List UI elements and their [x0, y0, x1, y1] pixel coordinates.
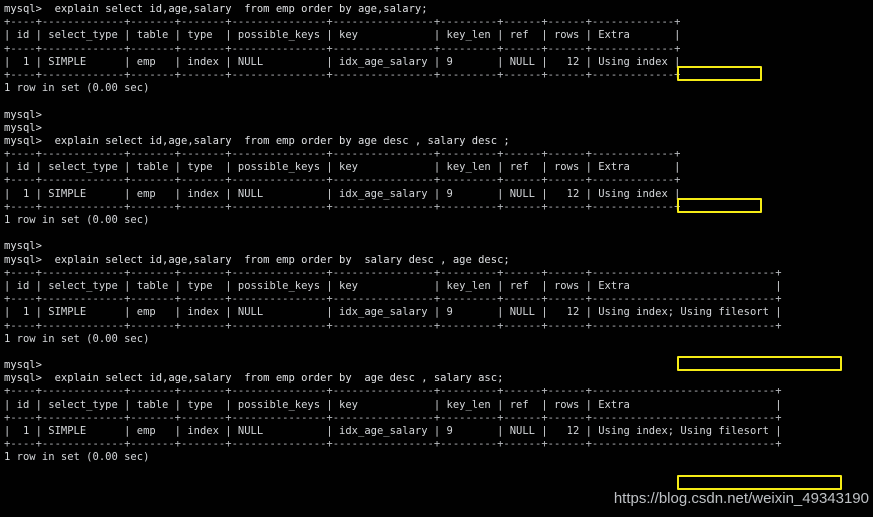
terminal-line: 1 row in set (0.00 sec) — [4, 82, 150, 95]
watermark: https://blog.csdn.net/weixin_49343190 — [613, 489, 869, 507]
terminal-line: +----+-------------+-------+-------+----… — [4, 293, 782, 306]
terminal-line: +----+-------------+-------+-------+----… — [4, 438, 782, 451]
terminal-line: | id | select_type | table | type | poss… — [4, 161, 681, 174]
terminal-line: | 1 | SIMPLE | emp | index | NULL | idx_… — [4, 306, 782, 319]
terminal-line: mysql> — [4, 359, 42, 372]
terminal-line: | id | select_type | table | type | poss… — [4, 398, 782, 411]
terminal-line: +----+-------------+-------+-------+----… — [4, 385, 782, 398]
terminal-line: +----+-------------+-------+-------+----… — [4, 148, 681, 161]
terminal-line: mysql> — [4, 121, 42, 134]
terminal-line: +----+-------------+-------+-------+----… — [4, 200, 681, 213]
highlight-box-extra-4 — [677, 474, 842, 490]
terminal-line: mysql> — [4, 108, 42, 121]
terminal-line: | 1 | SIMPLE | emp | index | NULL | idx_… — [4, 425, 782, 437]
terminal-line: +----+-------------+-------+-------+----… — [4, 174, 681, 187]
terminal-line: mysql> — [4, 240, 42, 253]
terminal-line: +----+-------------+-------+-------+----… — [4, 16, 681, 29]
terminal-line: mysql> explain select id,age,salary from… — [4, 253, 510, 266]
terminal-line: +----+-------------+-------+-------+----… — [4, 42, 681, 55]
terminal-line: 1 row in set (0.00 sec) — [4, 451, 150, 464]
terminal-line: | id | select_type | table | type | poss… — [4, 29, 681, 42]
terminal-line: +----+-------------+-------+-------+----… — [4, 266, 782, 279]
terminal-line: 1 row in set (0.00 sec) — [4, 332, 150, 345]
mysql-terminal[interactable]: mysql> explain select id,age,salary from… — [0, 0, 873, 517]
terminal-line: | 1 | SIMPLE | emp | index | NULL | idx_… — [4, 55, 681, 68]
terminal-line: | 1 | SIMPLE | emp | index | NULL | idx_… — [4, 187, 681, 200]
terminal-line: mysql> explain select id,age,salary from… — [4, 372, 504, 385]
terminal-line: +----+-------------+-------+-------+----… — [4, 319, 782, 332]
terminal-line: | id | select_type | table | type | poss… — [4, 279, 782, 292]
terminal-line: +----+-------------+-------+-------+----… — [4, 68, 681, 81]
terminal-line: +----+-------------+-------+-------+----… — [4, 411, 782, 424]
terminal-line: 1 row in set (0.00 sec) — [4, 214, 150, 226]
terminal-line: mysql> explain select id,age,salary from… — [4, 134, 510, 147]
terminal-line: mysql> explain select id,age,salary from… — [4, 3, 428, 15]
